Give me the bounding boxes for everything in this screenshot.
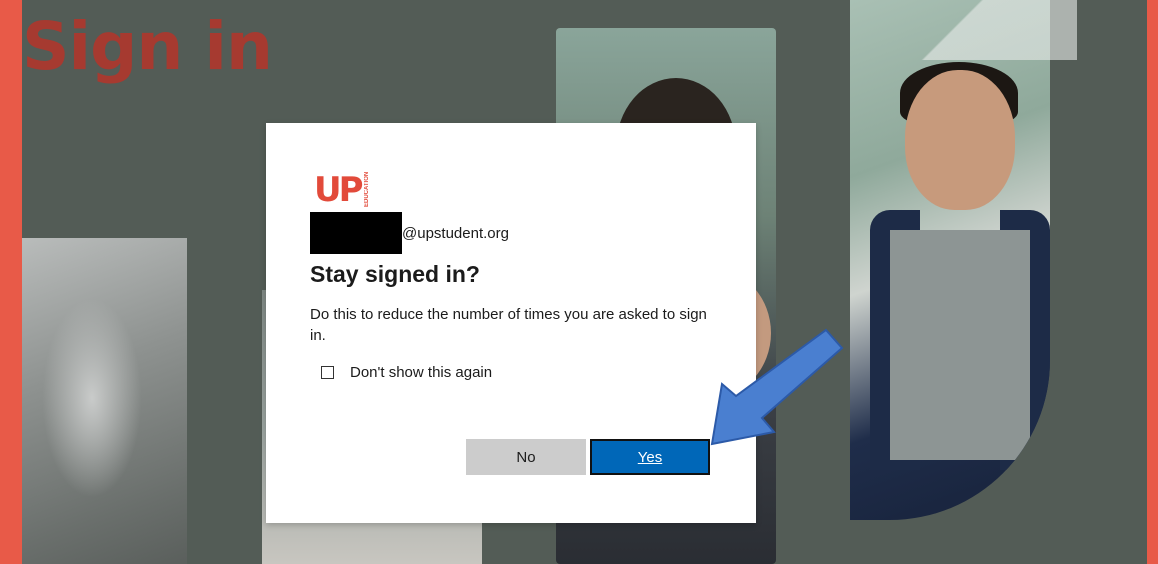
up-education-logo: UP EDUCATION bbox=[314, 167, 712, 207]
background-photo-student bbox=[850, 0, 1050, 520]
dont-show-again-checkbox[interactable] bbox=[321, 366, 334, 379]
dialog-buttons: No Yes bbox=[466, 439, 710, 475]
dialog-title: Stay signed in? bbox=[310, 261, 480, 287]
stay-signed-in-dialog: UP EDUCATION @upstudent.org Stay signed … bbox=[266, 123, 756, 523]
account-email: @upstudent.org bbox=[402, 224, 509, 242]
account-identity: @upstudent.org bbox=[310, 211, 712, 255]
redacted-username bbox=[310, 212, 402, 254]
dialog-description: Do this to reduce the number of times yo… bbox=[310, 306, 707, 344]
logo-tagline: EDUCATION bbox=[363, 171, 370, 207]
page-headline: Sign in bbox=[22, 8, 273, 85]
dont-show-again-label[interactable]: Don't show this again bbox=[350, 364, 492, 381]
background-photo-left bbox=[22, 238, 187, 564]
background-swoosh bbox=[877, 0, 1077, 60]
annotation-arrow-icon bbox=[710, 328, 844, 446]
yes-button[interactable]: Yes bbox=[590, 439, 710, 475]
no-button[interactable]: No bbox=[466, 439, 586, 475]
logo-text: UP bbox=[314, 170, 364, 210]
dont-show-again-row[interactable]: Don't show this again bbox=[310, 364, 712, 381]
